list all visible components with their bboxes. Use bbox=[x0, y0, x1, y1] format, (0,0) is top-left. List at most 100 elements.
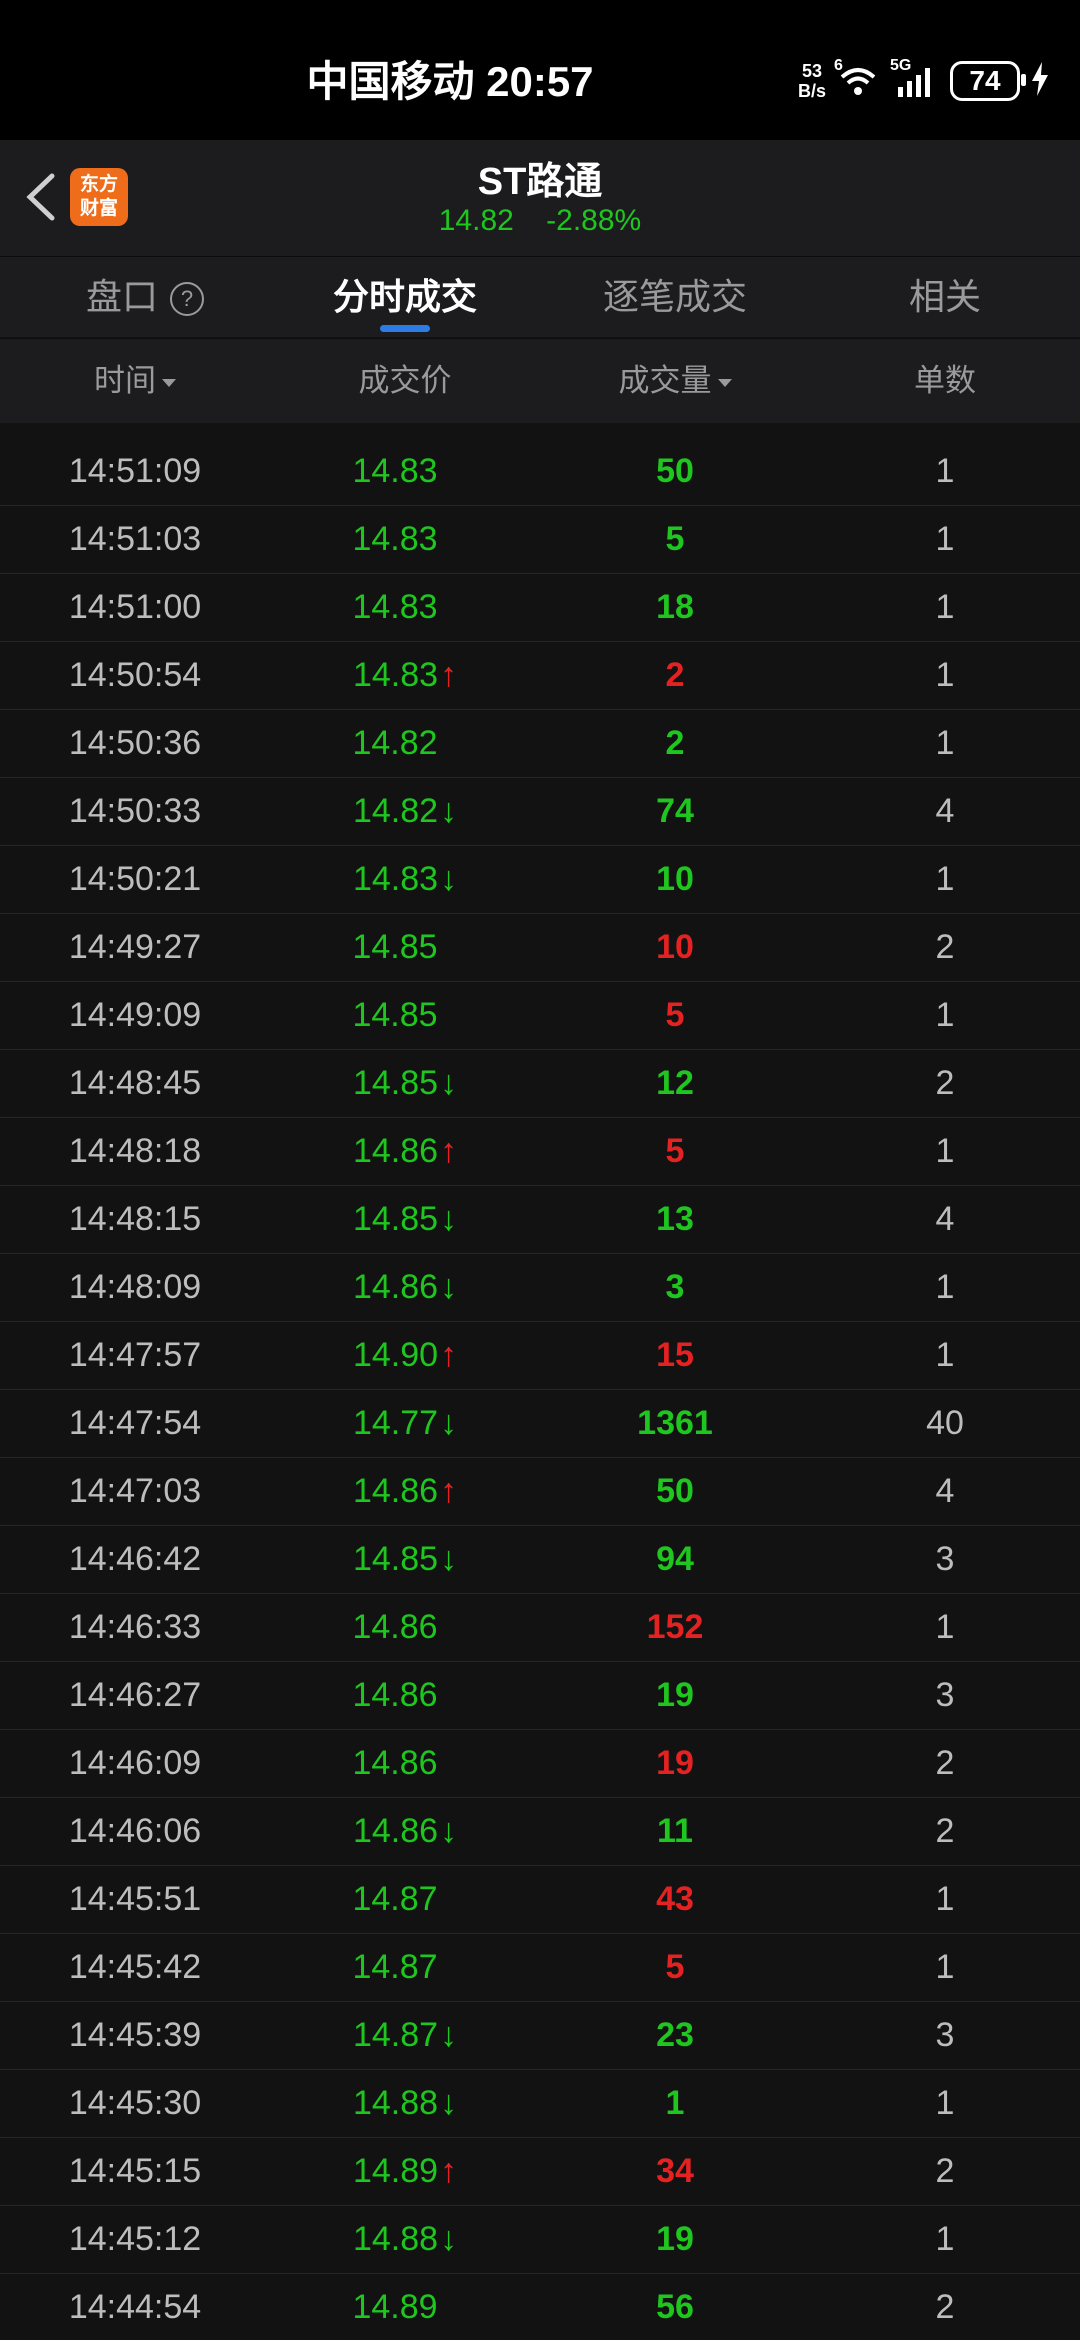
trade-price-cell: 14.83↑ bbox=[270, 642, 540, 709]
trade-count: 2 bbox=[935, 1812, 955, 1850]
trade-count: 4 bbox=[935, 1200, 955, 1238]
carrier-time: 中国移动 20:57 bbox=[306, 58, 594, 105]
trade-volume: 10 bbox=[656, 860, 694, 898]
trade-price: 14.87 bbox=[352, 1880, 438, 1918]
trade-count: 3 bbox=[935, 1540, 955, 1578]
trade-row: 14:49:09 14.85 5 1 bbox=[0, 982, 1080, 1050]
trade-row: 14:50:54 14.83↑ 2 1 bbox=[0, 642, 1080, 710]
tab-handicap[interactable]: 盘口? bbox=[60, 257, 230, 337]
trade-time: 14:51:03 bbox=[68, 520, 202, 558]
trade-volume: 1361 bbox=[637, 1404, 713, 1442]
column-volume-label: 成交量 bbox=[618, 363, 712, 398]
trade-price: 14.90 bbox=[352, 1336, 439, 1374]
trade-volume: 43 bbox=[656, 1880, 694, 1918]
trade-price: 14.86 bbox=[352, 1268, 439, 1306]
trade-count: 3 bbox=[935, 1676, 955, 1714]
tab-label: 相关 bbox=[908, 276, 981, 317]
trade-price-cell: 14.83↓ bbox=[270, 846, 540, 913]
signal-label: 5G bbox=[890, 57, 912, 74]
trade-volume: 2 bbox=[665, 724, 685, 762]
active-tab-indicator bbox=[380, 325, 430, 332]
signal-icon: 5G bbox=[890, 57, 940, 99]
status-icons: 53 B/s 6 5G 74 bbox=[798, 57, 1050, 104]
trade-price: 14.85 bbox=[352, 928, 438, 966]
trade-count: 2 bbox=[935, 1744, 955, 1782]
trade-list[interactable]: 14:51:09 14.83 50 1 14:51:03 14.83 5 1 14:51:00 1… bbox=[0, 438, 1080, 2340]
charging-icon bbox=[1030, 61, 1050, 101]
trade-count: 1 bbox=[935, 724, 955, 762]
trade-time: 14:51:00 bbox=[68, 588, 202, 626]
stock-header: 东方 财富 ST路通 14.82 -2.88% bbox=[0, 140, 1080, 256]
trade-time: 14:46:27 bbox=[68, 1676, 202, 1714]
trade-count: 1 bbox=[935, 656, 955, 694]
trade-time: 14:45:39 bbox=[68, 2016, 202, 2054]
trade-price-cell: 14.86↓ bbox=[270, 1798, 540, 1865]
trade-price: 14.86 bbox=[352, 1608, 438, 1646]
trade-price-cell: 14.86 bbox=[270, 1730, 540, 1797]
arrow-up-icon: ↑ bbox=[440, 656, 458, 694]
column-count-label: 单数 bbox=[914, 363, 976, 398]
trade-time: 14:49:09 bbox=[68, 996, 202, 1034]
trade-time: 14:45:51 bbox=[68, 1880, 202, 1918]
trade-volume: 13 bbox=[656, 1200, 694, 1238]
trade-row: 14:48:18 14.86↑ 5 1 bbox=[0, 1118, 1080, 1186]
trade-volume: 74 bbox=[656, 792, 694, 830]
trade-price-cell: 14.86↑ bbox=[270, 1458, 540, 1525]
trade-volume: 5 bbox=[665, 1948, 685, 1986]
trade-row: 14:47:57 14.90↑ 15 1 bbox=[0, 1322, 1080, 1390]
trade-time: 14:51:09 bbox=[68, 452, 202, 490]
trade-price: 14.86 bbox=[352, 1744, 438, 1782]
trade-row: 14:45:39 14.87↓ 23 3 bbox=[0, 2002, 1080, 2070]
column-count: 单数 bbox=[810, 339, 1080, 423]
column-time-sort[interactable]: 时间 bbox=[0, 339, 270, 423]
arrow-up-icon: ↑ bbox=[440, 1472, 458, 1510]
trade-price: 14.85 bbox=[352, 1200, 439, 1238]
status-bar: 中国移动 20:57 53 B/s 6 5G 74 bbox=[0, 0, 1080, 140]
tab-related[interactable]: 相关 bbox=[860, 257, 1030, 337]
trade-price: 14.85 bbox=[352, 1064, 439, 1102]
trade-price-cell: 14.83 bbox=[270, 574, 540, 641]
trade-price-cell: 14.77↓ bbox=[270, 1390, 540, 1457]
trade-row: 14:49:27 14.85 10 2 bbox=[0, 914, 1080, 982]
trade-count: 1 bbox=[935, 1268, 955, 1306]
trade-row: 14:48:15 14.85↓ 13 4 bbox=[0, 1186, 1080, 1254]
trade-price-cell: 14.86↑ bbox=[270, 1118, 540, 1185]
trade-row: 14:46:33 14.86 152 1 bbox=[0, 1594, 1080, 1662]
trade-row: 14:46:09 14.86 19 2 bbox=[0, 1730, 1080, 1798]
trade-time: 14:46:33 bbox=[68, 1608, 202, 1646]
trade-price-cell: 14.87 bbox=[270, 1934, 540, 2001]
trade-row: 14:45:30 14.88↓ 1 1 bbox=[0, 2070, 1080, 2138]
net-speed-unit: B/s bbox=[797, 81, 826, 101]
trade-row: 14:47:03 14.86↑ 50 4 bbox=[0, 1458, 1080, 1526]
trade-price: 14.85 bbox=[352, 1540, 439, 1578]
trade-volume: 3 bbox=[665, 1268, 685, 1306]
trade-row: 14:45:51 14.87 43 1 bbox=[0, 1866, 1080, 1934]
net-speed: 53 B/s bbox=[798, 61, 826, 101]
trade-time: 14:48:18 bbox=[68, 1132, 202, 1170]
tab-tick-trades[interactable]: 逐笔成交 bbox=[570, 257, 780, 337]
trade-count: 1 bbox=[935, 1948, 955, 1986]
current-price: 14.82 bbox=[438, 204, 514, 237]
trade-volume: 56 bbox=[656, 2288, 694, 2326]
trade-row: 14:45:12 14.88↓ 19 1 bbox=[0, 2206, 1080, 2274]
trade-time: 14:46:09 bbox=[68, 1744, 202, 1782]
trade-row: 14:46:27 14.86 19 3 bbox=[0, 1662, 1080, 1730]
trade-row: 14:45:42 14.87 5 1 bbox=[0, 1934, 1080, 2002]
column-volume-sort[interactable]: 成交量 bbox=[540, 339, 810, 423]
trade-price-cell: 14.89 bbox=[270, 2274, 540, 2340]
trade-price-cell: 14.83 bbox=[270, 506, 540, 573]
arrow-up-icon: ↑ bbox=[440, 1132, 458, 1170]
stock-name: ST路通 bbox=[477, 161, 603, 203]
trade-count: 1 bbox=[935, 860, 955, 898]
trade-price-cell: 14.86↓ bbox=[270, 1254, 540, 1321]
trade-price: 14.89 bbox=[352, 2288, 438, 2326]
trade-row: 14:46:06 14.86↓ 11 2 bbox=[0, 1798, 1080, 1866]
trade-price-cell: 14.82↓ bbox=[270, 778, 540, 845]
trade-volume: 34 bbox=[656, 2152, 694, 2190]
help-icon[interactable]: ? bbox=[170, 282, 204, 317]
net-speed-value: 53 bbox=[801, 61, 822, 81]
trade-price: 14.88 bbox=[352, 2084, 439, 2122]
trade-time: 14:47:03 bbox=[68, 1472, 202, 1510]
trade-price-cell: 14.85 bbox=[270, 982, 540, 1049]
trade-time: 14:46:42 bbox=[68, 1540, 202, 1578]
